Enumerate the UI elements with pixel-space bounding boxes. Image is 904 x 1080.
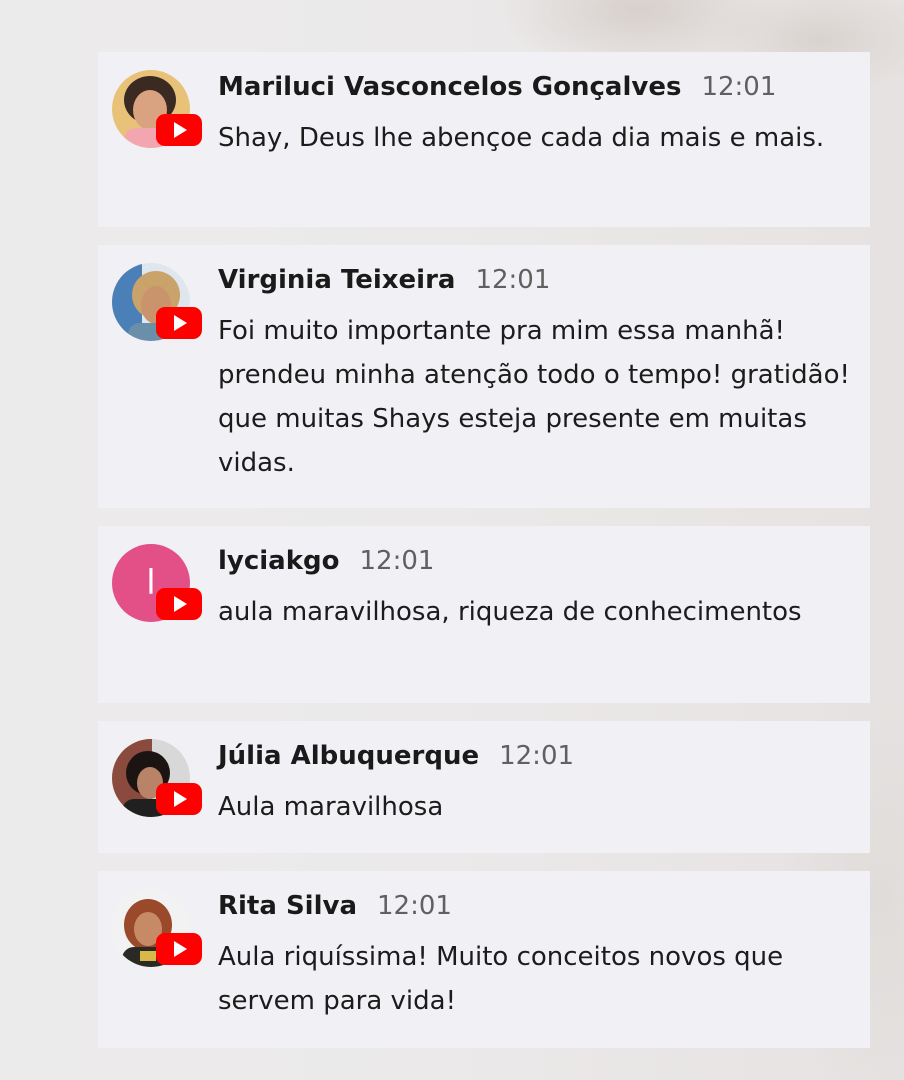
timestamp: 12:01: [359, 546, 435, 576]
author-name[interactable]: Júlia Albuquerque: [218, 741, 479, 771]
timestamp: 12:01: [475, 265, 551, 295]
youtube-icon: [156, 783, 202, 815]
chat-message: Mariluci Vasconcelos Gonçalves 12:01 Sha…: [98, 52, 870, 227]
timestamp: 12:01: [377, 891, 452, 921]
message-text: Shay, Deus lhe abençoe cada dia mais e m…: [218, 123, 825, 153]
message-text: aula maravilhosa, riqueza de conheciment…: [218, 597, 802, 627]
message-text: Foi muito importante pra mim essa manhã!…: [218, 316, 850, 478]
author-name[interactable]: lyciakgo: [218, 546, 340, 576]
youtube-icon: [156, 307, 202, 339]
youtube-icon: [156, 588, 202, 620]
avatar-container: [112, 889, 202, 969]
message-text: Aula riquíssima! Muito conceitos novos q…: [218, 942, 784, 1016]
avatar-initial: l: [146, 563, 156, 603]
avatar-container: l: [112, 544, 202, 624]
youtube-icon: [156, 114, 202, 146]
author-name[interactable]: Rita Silva: [218, 891, 357, 921]
avatar-container: [112, 70, 202, 150]
author-name[interactable]: Virginia Teixeira: [218, 265, 455, 295]
avatar-container: [112, 263, 202, 343]
avatar-container: [112, 739, 202, 819]
chat-message: l lyciakgo 12:01 aula maravilhosa, rique…: [98, 526, 870, 703]
timestamp: 12:01: [701, 72, 777, 102]
youtube-icon: [156, 933, 202, 965]
chat-message: Júlia Albuquerque 12:01 Aula maravilhosa: [98, 721, 870, 853]
timestamp: 12:01: [499, 741, 575, 771]
live-chat-panel: Mariluci Vasconcelos Gonçalves 12:01 Sha…: [98, 52, 870, 1050]
chat-message: Virginia Teixeira 12:01 Foi muito import…: [98, 245, 870, 508]
chat-message: Rita Silva 12:01 Aula riquíssima! Muito …: [98, 871, 870, 1048]
message-text: Aula maravilhosa: [218, 792, 444, 822]
author-name[interactable]: Mariluci Vasconcelos Gonçalves: [218, 72, 681, 102]
